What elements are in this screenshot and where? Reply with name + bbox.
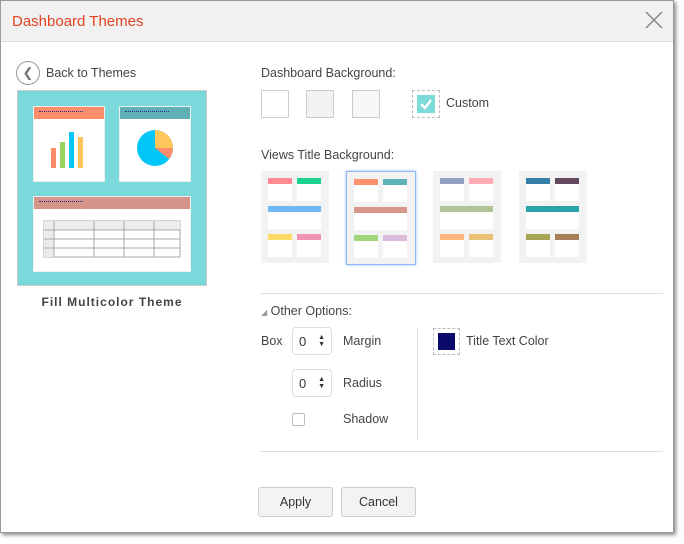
theme-cell <box>440 178 464 201</box>
custom-label: Custom <box>446 96 490 110</box>
theme-cell-header <box>440 178 464 184</box>
other-options-toggle[interactable]: ◢ Other Options: <box>261 304 352 318</box>
theme-cell-header <box>526 178 550 184</box>
theme-cell-header <box>297 234 321 240</box>
theme-cell-header <box>268 206 321 212</box>
theme-cell-header <box>526 206 579 212</box>
margin-stepper[interactable]: 0 ▲ ▼ <box>292 327 332 355</box>
pie-chart-icon <box>137 130 173 166</box>
theme-cell <box>383 235 407 258</box>
theme-cell-header <box>526 234 550 240</box>
theme-cell <box>268 178 292 201</box>
theme-cell-header <box>268 178 292 184</box>
divider <box>261 451 663 452</box>
shadow-label: Shadow <box>343 412 389 426</box>
theme-cell <box>526 178 550 201</box>
title-text-color-label: Title Text Color <box>466 334 549 348</box>
back-label: Back to Themes <box>46 66 137 80</box>
background-swatch-light-gray[interactable] <box>306 90 334 118</box>
check-icon <box>417 95 435 113</box>
theme-cell <box>526 206 579 229</box>
theme-cell <box>555 178 579 201</box>
theme-cell-header <box>354 235 378 241</box>
chevron-left-icon: ❮ <box>16 61 40 85</box>
theme-cell <box>297 178 321 201</box>
dialog-title: Dashboard Themes <box>12 13 144 30</box>
theme-cell-header <box>440 234 464 240</box>
radius-stepper[interactable]: 0 ▲ ▼ <box>292 369 332 397</box>
dialog-header: Dashboard Themes <box>1 1 673 42</box>
theme-cell <box>383 179 407 202</box>
theme-cell <box>268 206 321 229</box>
title-theme-card-1[interactable] <box>261 171 329 263</box>
theme-cell-header <box>469 234 493 240</box>
theme-cell-header <box>383 179 407 185</box>
theme-cell <box>268 234 292 257</box>
dashboard-themes-dialog: Dashboard Themes ❮ Back to Themes Fill M… <box>0 0 674 533</box>
theme-cell <box>440 206 493 229</box>
divider <box>261 293 663 294</box>
close-icon[interactable] <box>643 9 665 31</box>
bar-chart-icon <box>51 132 83 168</box>
preview-bar-chart-pane <box>33 106 105 182</box>
apply-button[interactable]: Apply <box>258 487 333 517</box>
box-label: Box <box>261 334 283 348</box>
theme-cell <box>555 234 579 257</box>
options-divider <box>417 328 418 440</box>
color-fill <box>438 333 455 350</box>
other-options-label: Other Options: <box>270 304 352 318</box>
radius-value: 0 <box>298 375 307 391</box>
theme-cell <box>354 207 407 230</box>
theme-cell-header <box>268 234 292 240</box>
margin-value: 0 <box>298 333 307 349</box>
background-swatch-white[interactable] <box>261 90 289 118</box>
theme-cell-header <box>354 179 378 185</box>
cancel-button[interactable]: Cancel <box>341 487 416 517</box>
custom-background-swatch[interactable] <box>412 90 440 118</box>
title-theme-card-3[interactable] <box>433 171 501 263</box>
back-to-themes-link[interactable]: ❮ Back to Themes <box>16 61 136 85</box>
triangle-icon: ◢ <box>261 308 268 317</box>
stepper-arrows-icon: ▲ ▼ <box>318 334 326 348</box>
preview-table-pane <box>33 196 191 272</box>
shadow-checkbox[interactable] <box>292 413 305 426</box>
theme-cell <box>526 234 550 257</box>
theme-cell-header <box>555 178 579 184</box>
table-icon <box>43 220 181 258</box>
preview-pie-chart-pane <box>119 106 191 182</box>
theme-cell-header <box>297 178 321 184</box>
theme-cell-header <box>440 206 493 212</box>
margin-label: Margin <box>343 334 382 348</box>
theme-name: Fill Multicolor Theme <box>41 295 183 309</box>
title-theme-card-4[interactable] <box>519 171 587 263</box>
theme-cell <box>440 234 464 257</box>
background-label: Dashboard Background: <box>261 66 396 80</box>
theme-cell-header <box>555 234 579 240</box>
radius-label: Radius <box>343 376 382 390</box>
theme-cell-header <box>383 235 407 241</box>
theme-cell <box>469 178 493 201</box>
theme-cell-header <box>469 178 493 184</box>
theme-cell <box>469 234 493 257</box>
views-title-label: Views Title Background: <box>261 148 395 162</box>
theme-cell <box>297 234 321 257</box>
theme-cell <box>354 179 378 202</box>
title-text-color-swatch[interactable] <box>433 328 460 355</box>
stepper-arrows-icon: ▲ ▼ <box>318 376 326 390</box>
title-theme-card-2[interactable] <box>346 171 416 265</box>
theme-cell-header <box>354 207 407 213</box>
theme-preview <box>17 90 207 286</box>
theme-cell <box>354 235 378 258</box>
background-swatch-gray[interactable] <box>352 90 380 118</box>
